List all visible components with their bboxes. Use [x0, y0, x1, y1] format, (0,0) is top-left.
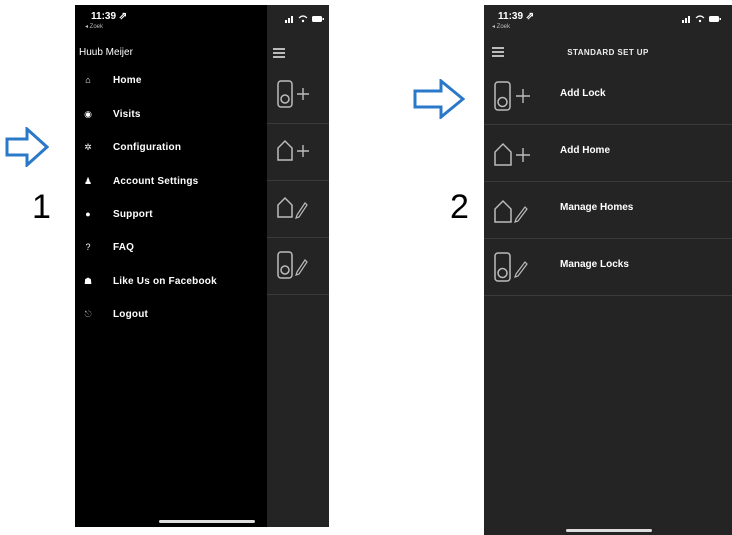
hamburger-menu-icon[interactable] — [273, 48, 285, 60]
menu-item-label: Home — [113, 74, 142, 86]
row-label: Manage Homes — [560, 202, 634, 213]
add-home-icon — [277, 139, 309, 161]
menu-item-faq[interactable]: ? FAQ — [75, 234, 267, 260]
menu-item-account-settings[interactable]: ♟ Account Settings — [75, 168, 267, 194]
pointer-arrow-icon — [413, 79, 465, 119]
menu-item-label: Support — [113, 208, 153, 220]
add-lock-icon — [277, 80, 309, 108]
pointer-arrow-icon — [5, 127, 49, 167]
thumbs-up-icon: ☗ — [83, 275, 93, 286]
status-time: 11:39 ⇗ — [91, 11, 128, 22]
menu-item-support[interactable]: ● Support — [75, 201, 267, 227]
manage-locks-shortcut[interactable] — [267, 238, 329, 295]
user-icon: ♟ — [83, 175, 93, 186]
info-icon: ● — [85, 209, 91, 219]
main-screen-peek[interactable] — [267, 5, 329, 527]
step-number: 1 — [32, 188, 51, 226]
user-name: Huub Meijer — [79, 47, 133, 58]
menu-item-home[interactable]: ⌂ Home — [75, 67, 267, 93]
add-lock-row[interactable]: Add Lock — [484, 68, 732, 125]
menu-item-configuration[interactable]: ✲ Configuration — [75, 134, 267, 160]
menu-item-label: Account Settings — [113, 175, 199, 187]
menu-item-label: Like Us on Facebook — [113, 275, 217, 287]
phone-screen-menu: 11:39 ⇗ ◂ Zoek Huub Meijer ⌂ Home ◉ Visi… — [75, 5, 329, 527]
edit-home-icon — [277, 196, 308, 219]
gear-icon: ✲ — [84, 141, 92, 152]
status-time: 11:39 ⇗ — [498, 11, 535, 22]
edit-lock-icon — [277, 251, 308, 279]
home-icon: ⌂ — [85, 75, 91, 85]
menu-item-label: Visits — [113, 108, 141, 120]
menu-item-logout[interactable]: ⎋ Logout — [75, 301, 267, 327]
back-to-app-link[interactable]: ◂ Zoek — [492, 23, 510, 30]
phone-screen-standard-setup: 11:39 ⇗ ◂ Zoek STANDARD SET UP Add Lock … — [484, 5, 732, 535]
step-number: 2 — [450, 188, 469, 226]
status-icons — [682, 15, 722, 25]
add-home-shortcut[interactable] — [267, 124, 329, 181]
add-lock-icon — [494, 81, 530, 111]
side-drawer: 11:39 ⇗ ◂ Zoek Huub Meijer ⌂ Home ◉ Visi… — [75, 5, 267, 527]
manage-locks-row[interactable]: Manage Locks — [484, 239, 732, 296]
back-to-app-link[interactable]: ◂ Zoek — [85, 23, 103, 30]
row-label: Add Home — [560, 145, 610, 156]
add-home-row[interactable]: Add Home — [484, 125, 732, 182]
page-title: STANDARD SET UP — [567, 48, 649, 57]
edit-home-icon — [494, 199, 528, 223]
home-indicator — [566, 529, 652, 532]
manage-homes-shortcut[interactable] — [267, 181, 329, 238]
add-lock-shortcut[interactable] — [267, 67, 329, 124]
add-home-icon — [494, 142, 530, 166]
edit-lock-icon — [494, 252, 528, 282]
manage-homes-row[interactable]: Manage Homes — [484, 182, 732, 239]
logout-icon: ⎋ — [84, 308, 92, 319]
menu-item-facebook[interactable]: ☗ Like Us on Facebook — [75, 268, 267, 294]
question-icon: ? — [85, 242, 91, 252]
menu-item-label: Logout — [113, 308, 149, 320]
visits-icon: ◉ — [84, 108, 92, 119]
home-indicator — [159, 520, 255, 523]
menu-item-label: FAQ — [113, 241, 135, 253]
menu-item-label: Configuration — [113, 141, 182, 153]
row-label: Add Lock — [560, 88, 606, 99]
menu-item-visits[interactable]: ◉ Visits — [75, 101, 267, 127]
status-icons — [285, 15, 325, 25]
row-label: Manage Locks — [560, 259, 629, 270]
